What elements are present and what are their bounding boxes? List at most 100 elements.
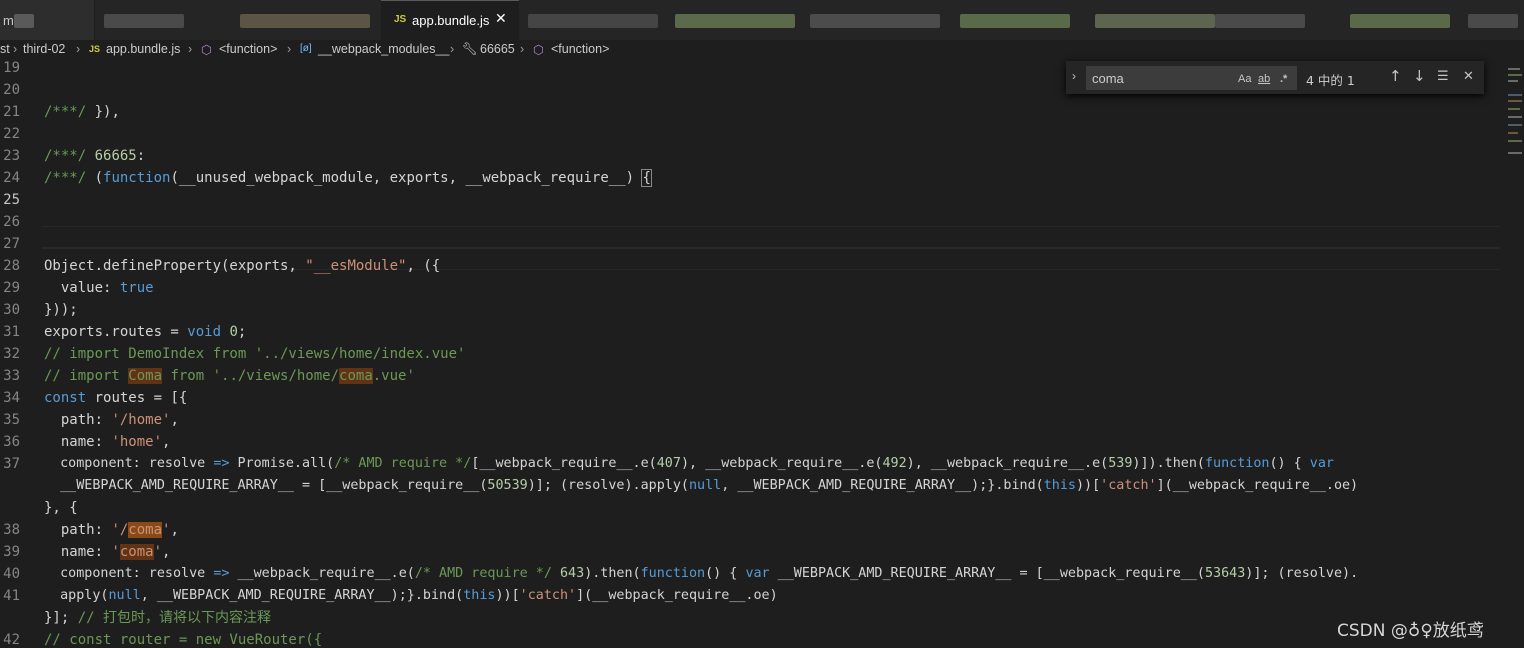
cube-icon: ⬡: [201, 43, 212, 57]
code-line: name: 'coma',: [44, 544, 171, 560]
breadcrumb-item[interactable]: app.bundle.js: [106, 42, 180, 56]
code-line: exports.routes = void 0;: [44, 324, 247, 340]
breadcrumb-item[interactable]: <function>: [551, 42, 609, 56]
blurred-tab[interactable]: [675, 14, 795, 28]
line-number: 21: [3, 104, 20, 120]
code-editor[interactable]: 19 20 21 22 23 24 25 26 27 28 29 30 31 3…: [0, 60, 1524, 648]
code-line: // import Coma from '../views/home/coma.…: [44, 368, 415, 384]
code-line: }]; // 打包时，请将以下内容注释: [44, 610, 272, 626]
line-number: 34: [3, 390, 20, 406]
code-line: component: resolve => __webpack_require_…: [44, 566, 1359, 581]
minimap-line: [1508, 80, 1518, 82]
code-line: /***/ (function(__unused_webpack_module,…: [44, 169, 652, 187]
blurred-tab[interactable]: [1468, 14, 1518, 28]
blurred-tab[interactable]: [810, 14, 940, 28]
line-number: 32: [3, 346, 20, 362]
minimap-line: [1508, 116, 1522, 118]
blurred-tab[interactable]: [1095, 14, 1215, 28]
match-case-icon[interactable]: Aa: [1238, 73, 1251, 85]
search-match-current: coma: [128, 522, 163, 538]
whole-word-icon[interactable]: ab: [1258, 73, 1270, 85]
minimap-line: [1508, 100, 1522, 102]
minimap-line: [1508, 140, 1522, 142]
blurred-tab[interactable]: [528, 14, 658, 28]
search-match: Coma: [128, 368, 163, 384]
code-line: apply(null, __WEBPACK_AMD_REQUIRE_ARRAY_…: [44, 588, 778, 603]
blurred-tab[interactable]: [104, 14, 184, 28]
find-input-box: Aa ab .*: [1086, 66, 1297, 90]
line-number: 35: [3, 412, 20, 428]
vscode-window: m JS app.bundle.js ✕ st › third-02 › JS …: [0, 0, 1524, 648]
minimap-line: [1508, 74, 1522, 76]
breadcrumb-item[interactable]: third-02: [23, 42, 65, 56]
matching-bracket: {: [641, 169, 652, 187]
minimap-line: [1508, 152, 1522, 154]
regex-icon[interactable]: .*: [1280, 73, 1287, 85]
minimap-line: [1508, 124, 1522, 126]
js-file-icon: JS: [89, 44, 101, 54]
code-line: path: '/coma',: [44, 522, 179, 538]
line-number: 40: [3, 566, 20, 582]
blurred-tab-text: [14, 14, 34, 28]
line-border: [42, 226, 1500, 248]
code-line: name: 'home',: [44, 434, 171, 450]
watermark: CSDN @♁♀放纸鸢: [1337, 621, 1484, 641]
tab-label: app.bundle.js: [412, 13, 490, 28]
line-number: 37: [3, 456, 20, 472]
tab-previous-file[interactable]: m: [0, 0, 95, 40]
line-number: 24: [3, 170, 20, 186]
arrow-up-icon[interactable]: ↑: [1389, 67, 1402, 85]
close-icon[interactable]: ✕: [495, 11, 507, 27]
breadcrumb-item[interactable]: 66665: [480, 42, 515, 56]
chevron-right-icon: ›: [287, 42, 292, 56]
blurred-tab[interactable]: [1350, 14, 1450, 28]
toggle-replace-icon[interactable]: ›: [1072, 69, 1076, 83]
line-number: 39: [3, 544, 20, 560]
line-number: 28: [3, 258, 20, 274]
search-match: coma: [119, 544, 154, 560]
wrench-icon: 🔧︎: [462, 42, 478, 56]
chevron-right-icon: ›: [188, 42, 193, 56]
code-line: component: resolve => Promise.all(/* AMD…: [44, 456, 1334, 471]
breadcrumb-item[interactable]: st: [0, 42, 10, 56]
code-line: }, {: [44, 500, 78, 516]
breadcrumb-item[interactable]: __webpack_modules__: [318, 42, 449, 56]
tab-bar: m JS app.bundle.js ✕: [0, 0, 1524, 40]
line-number: 41: [3, 588, 20, 604]
chevron-right-icon: ›: [13, 42, 18, 56]
variable-icon: [ø]: [300, 43, 312, 54]
code-line: value: true: [44, 280, 154, 296]
breadcrumb: st › third-02 › JS app.bundle.js › ⬡ <fu…: [0, 40, 1524, 60]
line-number: 27: [3, 236, 20, 252]
line-number: 33: [3, 368, 20, 384]
code-line: /***/ 66665:: [44, 148, 146, 164]
line-number: 22: [3, 126, 20, 142]
blurred-tab[interactable]: [240, 14, 370, 28]
blurred-tab[interactable]: [960, 14, 1070, 28]
line-number: 25: [3, 192, 20, 208]
find-widget: › Aa ab .* 4 中的 1 ↑ ↓ ☰ ✕: [1066, 61, 1484, 94]
find-input[interactable]: [1092, 70, 1232, 86]
js-file-icon: JS: [394, 14, 407, 25]
line-number: 23: [3, 148, 20, 164]
breadcrumb-item[interactable]: <function>: [219, 42, 277, 56]
line-number: 38: [3, 522, 20, 538]
chevron-right-icon: ›: [520, 42, 525, 56]
chevron-right-icon: ›: [76, 42, 81, 56]
blurred-tab[interactable]: [1215, 14, 1305, 28]
line-number: 31: [3, 324, 20, 340]
minimap-line: [1508, 132, 1518, 134]
arrow-down-icon[interactable]: ↓: [1413, 67, 1426, 85]
chevron-right-icon: ›: [450, 42, 455, 56]
code-line: // import DemoIndex from '../views/home/…: [44, 346, 466, 362]
close-icon[interactable]: ✕: [1463, 69, 1474, 84]
tab-label: m: [3, 13, 14, 28]
tab-app-bundle[interactable]: JS app.bundle.js ✕: [381, 0, 519, 40]
find-in-selection-icon[interactable]: ☰: [1437, 69, 1449, 84]
code-line: path: '/home',: [44, 412, 179, 428]
line-number: 19: [3, 60, 20, 76]
line-number: 36: [3, 434, 20, 450]
minimap[interactable]: [1506, 60, 1524, 648]
minimap-line: [1508, 68, 1520, 70]
code-line: __WEBPACK_AMD_REQUIRE_ARRAY__ = [__webpa…: [44, 478, 1359, 493]
